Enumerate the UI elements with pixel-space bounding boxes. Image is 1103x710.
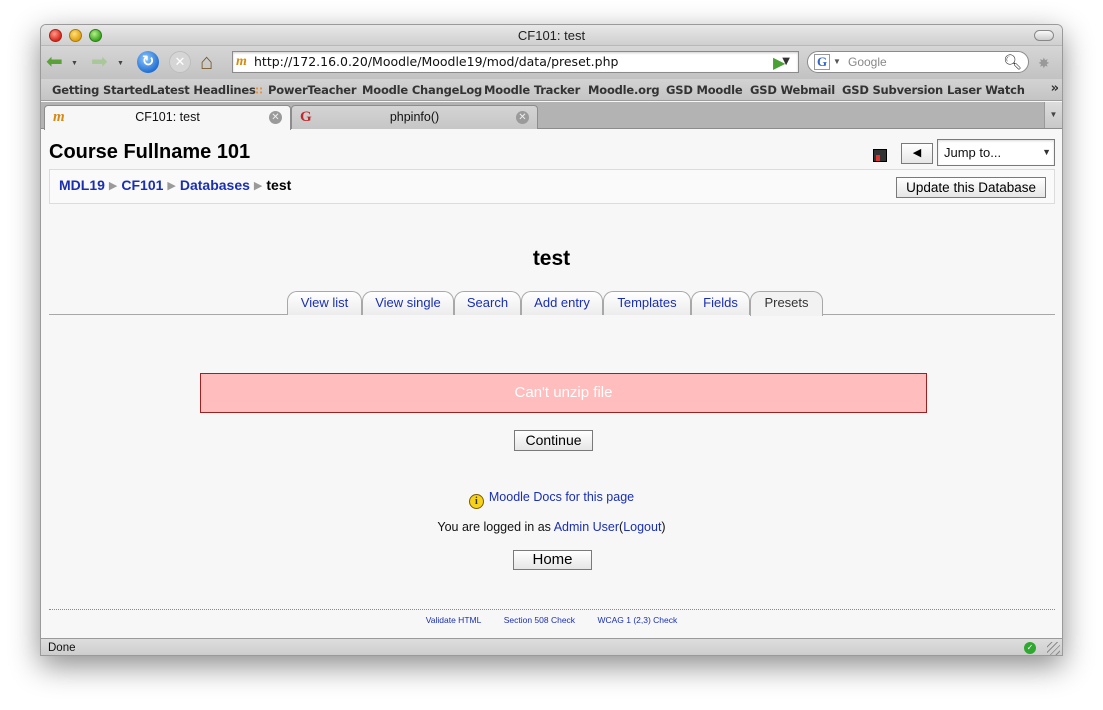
browser-tab-bar: m CF101: test ✕ G phpinfo() ✕ ▼ <box>41 102 1062 130</box>
previous-activity-button[interactable]: ◀ <box>901 143 933 164</box>
left-triangle-icon: ◀ <box>912 147 922 159</box>
login-info: You are logged in as Admin User(Logout) <box>437 520 666 534</box>
select-caret-icon: ▼ <box>1042 147 1051 157</box>
course-title: Course Fullname 101 <box>49 141 251 163</box>
tab-list-caret-icon[interactable]: ▼ <box>1044 102 1062 128</box>
bookmark-label: Latest Headlines <box>150 83 256 97</box>
bookmark-latest-headlines[interactable]: Latest Headlines∷ <box>150 83 263 97</box>
bookmark-moodle-changelog[interactable]: Moodle ChangeLog <box>362 83 482 97</box>
back-history-caret-icon[interactable]: ▼ <box>71 60 78 67</box>
page-heading: test <box>532 247 571 270</box>
tab-templates[interactable]: Templates <box>603 291 691 315</box>
url-field[interactable]: m http://172.16.0.20/Moodle/Moodle19/mod… <box>232 51 799 73</box>
module-tabs: View list View single Search Add entry T… <box>49 289 1055 316</box>
browser-window: CF101: test ⬅ ▼ ➡ ▼ ↻ ✕ ⌂ m http://172.1… <box>40 24 1063 656</box>
breadcrumb-cf101[interactable]: CF101 <box>121 177 163 193</box>
jump-to-select[interactable]: Jump to... ▼ <box>937 139 1055 166</box>
forward-arrow-icon[interactable]: ➡ <box>91 52 108 72</box>
error-message-box: Can't unzip file <box>200 373 927 413</box>
rss-feed-icon: ∷ <box>255 86 263 97</box>
status-bar: Done ✓ <box>41 638 1062 655</box>
back-arrow-icon[interactable]: ⬅ <box>46 52 63 72</box>
user-profile-link[interactable]: Admin User <box>554 520 619 534</box>
go-arrow-icon[interactable]: ▶ <box>773 53 785 73</box>
breadcrumb-bar: MDL19 ▶ CF101 ▶ Databases ▶ test Update this D… <box>49 169 1055 204</box>
navigation-toolbar: ⬅ ▼ ➡ ▼ ↻ ✕ ⌂ m http://172.16.0.20/Moodl… <box>41 46 1062 79</box>
bookmark-gsd-webmail[interactable]: GSD Webmail <box>750 83 835 97</box>
browser-tab-title: phpinfo() <box>389 110 440 124</box>
tab-view-single[interactable]: View single <box>362 291 454 315</box>
bookmark-moodle-org[interactable]: Moodle.org <box>588 83 660 97</box>
close-tab-icon[interactable]: ✕ <box>516 111 529 124</box>
reload-icon[interactable]: ↻ <box>137 51 159 73</box>
search-field[interactable]: G ▼ Google 🔍︎ <box>807 51 1029 73</box>
bookmark-getting-started[interactable]: Getting Started <box>52 83 151 97</box>
page-content: Course Fullname 101 ◀ Jump to... ▼ MDL19… <box>41 130 1062 638</box>
breadcrumb-mdl19[interactable]: MDL19 <box>59 177 105 193</box>
moodle-docs-link[interactable]: Moodle Docs for this page <box>489 490 634 504</box>
breadcrumb: MDL19 ▶ CF101 ▶ Databases ▶ test <box>59 177 291 193</box>
report-icon[interactable] <box>873 149 887 162</box>
tab-add-entry[interactable]: Add entry <box>521 291 603 315</box>
tab-presets[interactable]: Presets <box>750 291 823 316</box>
breadcrumb-separator-icon: ▶ <box>167 180 176 192</box>
search-engine-caret-icon[interactable]: ▼ <box>833 52 841 72</box>
bookmark-gsd-moodle[interactable]: GSD Moodle <box>666 83 743 97</box>
breadcrumb-separator-icon: ▶ <box>108 180 118 192</box>
forward-history-caret-icon[interactable]: ▼ <box>117 60 124 67</box>
breadcrumb-databases[interactable]: Databases <box>180 177 250 193</box>
breadcrumb-separator-icon: ▶ <box>253 180 263 192</box>
docs-link-row: i Moodle Docs for this page <box>41 490 1062 509</box>
browser-tab-title: CF101: test <box>135 110 200 124</box>
breadcrumb-current: test <box>266 177 292 193</box>
bookmarks-toolbar: Getting Started Latest Headlines∷ PowerT… <box>41 79 1062 101</box>
magnifier-icon[interactable]: 🔍︎ <box>1003 53 1022 73</box>
stop-icon[interactable]: ✕ <box>169 51 191 73</box>
logged-in-prefix: You are logged in as <box>437 520 551 534</box>
search-placeholder: Google <box>848 55 887 69</box>
resize-grip-icon[interactable] <box>1047 642 1060 655</box>
browser-tab-phpinfo[interactable]: G phpinfo() ✕ <box>291 105 538 129</box>
wcag-check-link[interactable]: WCAG 1 (2,3) Check <box>597 615 677 625</box>
bookmark-powerteacher[interactable]: PowerTeacher <box>268 83 357 97</box>
zoom-window-icon[interactable] <box>89 29 102 42</box>
logout-link[interactable]: Logout <box>623 520 661 534</box>
window-title: CF101: test <box>517 28 586 43</box>
toolbar-toggle-icon[interactable] <box>1034 30 1054 41</box>
home-icon[interactable]: ⌂ <box>200 49 213 75</box>
status-text: Done <box>48 642 76 654</box>
tab-view-list[interactable]: View list <box>287 291 362 315</box>
url-text: http://172.16.0.20/Moodle/Moodle19/mod/d… <box>254 54 619 69</box>
validate-html-link[interactable]: Validate HTML <box>426 615 482 625</box>
footer-links: Validate HTML Section 508 Check WCAG 1 (… <box>41 615 1062 625</box>
close-window-icon[interactable] <box>49 29 62 42</box>
checkmark-icon: ✓ <box>1024 642 1036 654</box>
tab-fields[interactable]: Fields <box>691 291 750 315</box>
bookmark-gsd-subversion[interactable]: GSD Subversion <box>842 83 943 97</box>
continue-button[interactable]: Continue <box>514 430 593 451</box>
jump-to-value: Jump to... <box>944 145 1002 160</box>
google-search-engine-icon[interactable]: G <box>814 54 830 70</box>
info-icon: i <box>468 494 484 509</box>
moodle-favicon-icon: m <box>236 54 247 69</box>
footer-divider <box>49 609 1055 610</box>
update-database-button[interactable]: Update this Database <box>896 177 1046 198</box>
bookmark-laser-watch[interactable]: Laser Watch <box>947 83 1025 97</box>
more-bookmarks-chevron-icon[interactable]: » <box>1051 81 1059 96</box>
loading-throbber-icon: ✸ <box>1038 55 1050 71</box>
title-bar: CF101: test <box>41 25 1062 46</box>
tab-search[interactable]: Search <box>454 291 521 315</box>
browser-tab-cf101[interactable]: m CF101: test ✕ <box>44 105 291 130</box>
bookmark-moodle-tracker[interactable]: Moodle Tracker <box>484 83 580 97</box>
section-508-link[interactable]: Section 508 Check <box>504 615 575 625</box>
minimize-window-icon[interactable] <box>69 29 82 42</box>
home-button[interactable]: Home <box>513 550 592 570</box>
close-tab-icon[interactable]: ✕ <box>269 111 282 124</box>
